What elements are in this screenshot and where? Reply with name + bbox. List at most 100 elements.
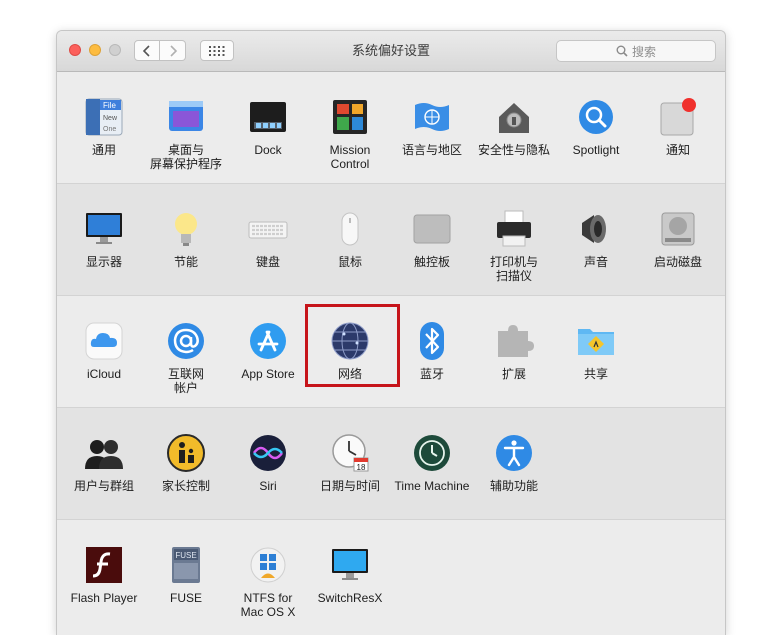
pref-row-hardware: 显示器 节能 键盘 鼠标 触控板 打印机与 扫描仪 声音 启动磁盘: [57, 184, 725, 296]
back-button[interactable]: [134, 40, 160, 61]
pref-time-machine[interactable]: Time Machine: [391, 408, 473, 518]
mission-control-icon: [330, 97, 370, 137]
pref-ntfs-for-mac[interactable]: NTFS for Mac OS X: [227, 520, 309, 630]
pref-label: Spotlight: [572, 143, 620, 157]
pref-row-other: Flash Player FUSE FUSE NTFS for Mac OS X…: [57, 520, 725, 632]
pref-label: Siri: [259, 479, 277, 493]
pref-label: 键盘: [255, 255, 280, 269]
pref-startup-disk[interactable]: 启动磁盘: [637, 184, 719, 294]
pref-flash-player[interactable]: Flash Player: [63, 520, 145, 630]
search-field[interactable]: 搜索: [556, 40, 716, 62]
pref-bluetooth[interactable]: 蓝牙: [391, 296, 473, 406]
pref-mouse[interactable]: 鼠标: [309, 184, 391, 294]
pref-row-personal: File New One 通用 桌面与 屏幕保护程序 Dock Mission …: [57, 72, 725, 184]
pref-label: NTFS for Mac OS X: [240, 591, 296, 619]
pref-label: 通用: [91, 143, 116, 157]
pref-general[interactable]: File New One 通用: [63, 72, 145, 182]
pref-sharing[interactable]: 共享: [555, 296, 637, 406]
pref-siri[interactable]: Siri: [227, 408, 309, 518]
pref-label: Time Machine: [394, 479, 470, 493]
show-all-button[interactable]: [200, 40, 234, 61]
users-icon: [84, 433, 124, 473]
pref-date-time[interactable]: 18 日期与时间: [309, 408, 391, 518]
pref-label: 启动磁盘: [653, 255, 702, 269]
un-flag-icon: [412, 97, 452, 137]
sharing-folder-icon: [576, 321, 616, 361]
display-icon: [84, 209, 124, 249]
zoom-button[interactable]: [109, 44, 121, 56]
pref-label: iCloud: [86, 367, 122, 381]
pref-users-groups[interactable]: 用户与群组: [63, 408, 145, 518]
pref-label: 通知: [665, 143, 690, 157]
calendar-day: 18: [357, 463, 366, 472]
pref-label: 节能: [173, 255, 198, 269]
trackpad-icon: [412, 209, 452, 249]
pref-app-store[interactable]: App Store: [227, 296, 309, 406]
app-store-icon: [248, 321, 288, 361]
pref-accessibility[interactable]: 辅助功能: [473, 408, 555, 518]
pref-label: 互联网 帐户: [167, 367, 204, 395]
pref-mission-control[interactable]: Mission Control: [309, 72, 391, 182]
switchresx-icon: [330, 545, 370, 585]
time-machine-icon: [412, 433, 452, 473]
pref-label: 网络: [337, 367, 362, 381]
spotlight-icon: [576, 97, 616, 137]
minimize-button[interactable]: [89, 44, 101, 56]
pref-switchresx[interactable]: SwitchResX: [309, 520, 391, 630]
pref-notifications[interactable]: 通知: [637, 72, 719, 182]
pref-label: 安全性与隐私: [477, 143, 550, 157]
pref-network[interactable]: 网络: [309, 296, 391, 406]
general-icon-one: One: [103, 126, 116, 133]
general-icon: File New One: [84, 97, 124, 137]
network-globe-icon: [330, 321, 370, 361]
keyboard-icon: [248, 209, 288, 249]
accessibility-icon: [494, 433, 534, 473]
house-lock-icon: [494, 97, 534, 137]
pref-displays[interactable]: 显示器: [63, 184, 145, 294]
pref-energy-saver[interactable]: 节能: [145, 184, 227, 294]
pref-extensions[interactable]: 扩展: [473, 296, 555, 406]
pref-sound[interactable]: 声音: [555, 184, 637, 294]
pref-keyboard[interactable]: 键盘: [227, 184, 309, 294]
pref-label: 蓝牙: [419, 367, 444, 381]
pref-desktop-screensaver[interactable]: 桌面与 屏幕保护程序: [145, 72, 227, 182]
ntfs-icon: [248, 545, 288, 585]
pref-fuse[interactable]: FUSE FUSE: [145, 520, 227, 630]
notifications-icon: [658, 97, 698, 137]
mouse-icon: [330, 209, 370, 249]
title-bar: 系统偏好设置 搜索: [57, 31, 725, 72]
general-icon-new: New: [103, 115, 118, 122]
pref-internet-accounts[interactable]: 互联网 帐户: [145, 296, 227, 406]
puzzle-piece-icon: [494, 321, 534, 361]
pref-label: 共享: [583, 367, 608, 381]
pref-label: Flash Player: [70, 591, 138, 605]
close-button[interactable]: [69, 44, 81, 56]
pref-label: 辅助功能: [489, 479, 538, 493]
dock-icon: [248, 97, 288, 137]
pref-label: 打印机与 扫描仪: [489, 255, 538, 283]
pref-label: 日期与时间: [319, 479, 380, 493]
fuse-icon-text: FUSE: [175, 551, 196, 560]
pref-dock[interactable]: Dock: [227, 72, 309, 182]
pref-security-privacy[interactable]: 安全性与隐私: [473, 72, 555, 182]
pref-trackpad[interactable]: 触控板: [391, 184, 473, 294]
pref-parental-controls[interactable]: 家长控制: [145, 408, 227, 518]
clock-calendar-icon: 18: [330, 433, 370, 473]
parental-controls-icon: [166, 433, 206, 473]
fuse-disk-icon: FUSE: [166, 545, 206, 585]
desktop-icon: [166, 97, 206, 137]
pref-label: 桌面与 屏幕保护程序: [149, 143, 222, 171]
pref-spotlight[interactable]: Spotlight: [555, 72, 637, 182]
forward-button[interactable]: [160, 40, 186, 61]
pref-label: SwitchResX: [317, 591, 383, 605]
pref-language-region[interactable]: 语言与地区: [391, 72, 473, 182]
pref-label: Dock: [254, 143, 282, 157]
pref-icloud[interactable]: iCloud: [63, 296, 145, 406]
flash-player-icon: [84, 545, 124, 585]
pref-label: 显示器: [85, 255, 122, 269]
hard-disk-icon: [658, 209, 698, 249]
pref-label: 家长控制: [161, 479, 210, 493]
chevron-right-icon: [169, 44, 177, 57]
grid-icon: [209, 45, 225, 56]
pref-printers-scanners[interactable]: 打印机与 扫描仪: [473, 184, 555, 294]
